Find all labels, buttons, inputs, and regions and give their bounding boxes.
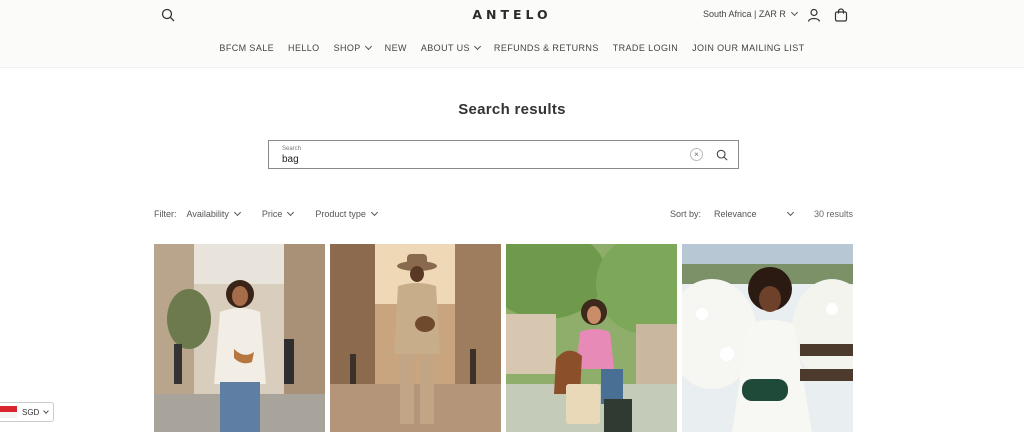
nav-label: BFCM SALE <box>219 43 275 53</box>
product-image <box>506 244 677 432</box>
flag-icon <box>0 406 17 418</box>
filter-bar: Filter: Availability Price Product type <box>154 208 399 219</box>
user-icon <box>807 8 821 22</box>
chevron-down-icon <box>473 42 481 51</box>
currency-selector[interactable]: SGD <box>0 402 54 422</box>
product-card[interactable] <box>506 244 677 432</box>
chevron-down-icon <box>287 208 295 217</box>
filter-label: Filter: <box>154 209 177 219</box>
nav-item-about-us[interactable]: ABOUT US <box>420 42 481 53</box>
nav-item-bfcm-sale[interactable]: BFCM SALE <box>219 43 274 53</box>
logo[interactable]: ANTELO <box>0 7 1024 22</box>
account-button[interactable] <box>802 3 826 27</box>
chevron-down-icon <box>370 208 378 217</box>
chevron-down-icon <box>364 42 372 51</box>
nav-item-hello[interactable]: HELLO <box>288 43 320 53</box>
product-image <box>330 244 501 432</box>
nav-label: SHOP <box>333 43 361 53</box>
nav-item-trade-login[interactable]: TRADE LOGIN <box>613 43 678 53</box>
sort-select[interactable]: Relevance <box>714 208 795 219</box>
currency-code: SGD <box>22 407 40 417</box>
clear-search-button[interactable]: × <box>690 148 703 161</box>
search-input[interactable]: bag <box>282 154 299 165</box>
filter-product-type-label: Product type <box>315 209 366 219</box>
nav-item-mailing-list[interactable]: JOIN OUR MAILING LIST <box>692 43 804 53</box>
nav-label: NEW <box>384 43 407 53</box>
search-label: Search <box>282 146 302 152</box>
search-submit-button[interactable] <box>713 146 731 164</box>
nav-label: REFUNDS & RETURNS <box>493 43 599 53</box>
nav-item-refunds-returns[interactable]: REFUNDS & RETURNS <box>494 43 599 53</box>
chevron-down-icon <box>43 407 50 414</box>
chevron-down-icon <box>786 208 795 217</box>
product-image <box>154 244 325 432</box>
nav-item-new[interactable]: NEW <box>385 43 407 53</box>
nav-label: ABOUT US <box>420 43 470 53</box>
sort-label: Sort by: <box>670 209 702 219</box>
main-nav: BFCM SALE HELLO SHOP NEW ABOUT US REFUND… <box>0 42 1024 53</box>
locale-selector[interactable]: South Africa | ZAR R <box>703 8 798 19</box>
sort-control: Sort by: Relevance <box>670 208 795 219</box>
product-image <box>682 244 853 432</box>
results-count: 30 results <box>814 209 854 219</box>
filter-product-type[interactable]: Product type <box>315 208 378 219</box>
nav-item-shop[interactable]: SHOP <box>333 42 372 53</box>
bag-icon <box>834 8 848 22</box>
site-header: ANTELO South Africa | ZAR R BFCM SALE HE… <box>0 0 1024 68</box>
search-field[interactable]: Search bag × <box>268 140 739 169</box>
nav-label: TRADE LOGIN <box>612 43 679 53</box>
product-card[interactable] <box>330 244 501 432</box>
chevron-down-icon <box>233 208 241 217</box>
nav-label: HELLO <box>288 43 320 53</box>
search-icon <box>716 149 728 161</box>
nav-label: JOIN OUR MAILING LIST <box>692 43 805 53</box>
page-title: Search results <box>458 101 566 118</box>
product-card[interactable] <box>154 244 325 432</box>
filter-price-label: Price <box>261 209 283 219</box>
filter-availability-label: Availability <box>186 209 229 219</box>
locale-label: South Africa | ZAR R <box>703 9 786 19</box>
product-card[interactable] <box>682 244 853 432</box>
chevron-down-icon <box>790 8 798 17</box>
cart-button[interactable] <box>829 3 853 27</box>
sort-selected: Relevance <box>714 209 757 219</box>
filter-availability[interactable]: Availability <box>186 208 241 219</box>
filter-price[interactable]: Price <box>261 208 295 219</box>
